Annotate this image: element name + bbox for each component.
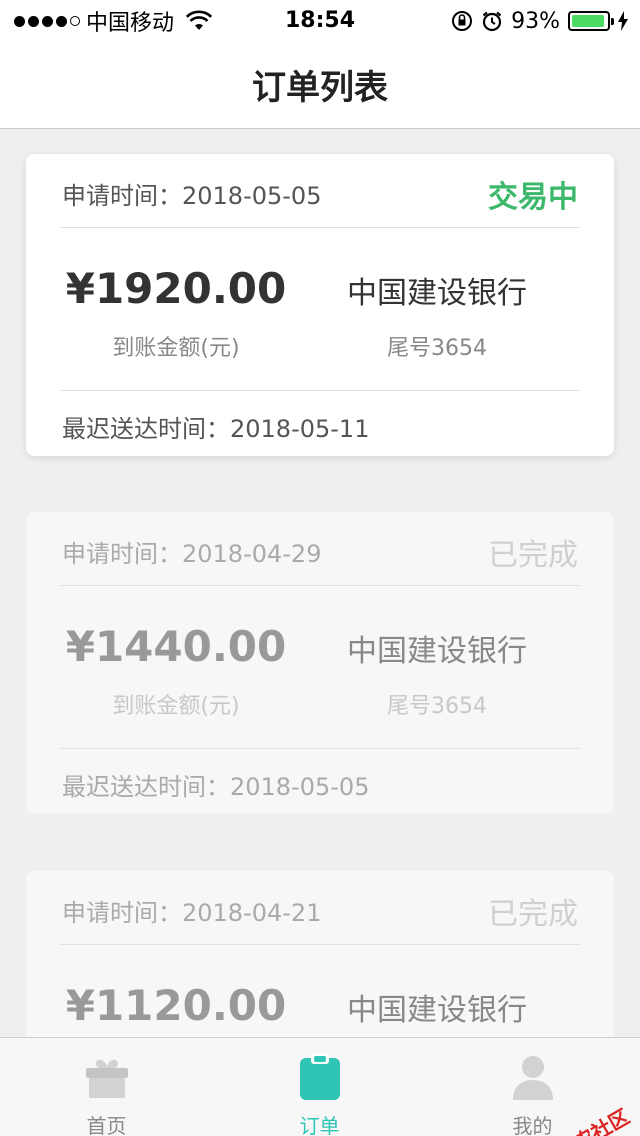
- order-list[interactable]: 申请时间：2018-05-05 交易中 ¥1920.00 到账金额(元) 中国建…: [0, 129, 640, 1037]
- apply-time: 申请时间：2018-04-29: [62, 540, 322, 568]
- bank-name: 中国建设银行: [347, 993, 527, 1028]
- tab-label: 订单: [299, 1114, 340, 1136]
- order-card-header: 申请时间：2018-05-05 交易中: [60, 154, 580, 228]
- card-tail-number: 尾号3654: [387, 336, 487, 361]
- charging-icon: [618, 11, 628, 31]
- gift-box-icon: [85, 1059, 128, 1098]
- tab-label: 首页: [86, 1114, 127, 1136]
- battery-icon: [568, 11, 614, 31]
- orientation-lock-icon: [452, 11, 473, 31]
- order-card-body: ¥1920.00 到账金额(元) 中国建设银行 尾号3654: [60, 228, 580, 391]
- clipboard-icon: [299, 1054, 340, 1100]
- battery-tip: [611, 18, 614, 25]
- order-status: 已完成: [488, 897, 578, 932]
- tab-orders[interactable]: 订单: [213, 1038, 426, 1136]
- order-card-body: ¥1120.00 中国建设银行: [60, 945, 580, 1037]
- person-icon: [512, 1056, 553, 1100]
- latest-arrival-time: 最迟送达时间：2018-05-11: [62, 415, 370, 443]
- page-title: 订单列表: [252, 67, 388, 108]
- tab-home[interactable]: 首页: [0, 1038, 213, 1136]
- order-card[interactable]: 申请时间：2018-04-21 已完成 ¥1120.00 中国建设银行: [26, 871, 614, 1037]
- screen: 中国移动 18:54 93% 订单列表 申请时间：2018-05-05 交易中 …: [0, 0, 640, 1136]
- order-amount: ¥1440.00: [65, 622, 287, 671]
- order-amount: ¥1920.00: [65, 264, 287, 313]
- order-card-body: ¥1440.00 到账金额(元) 中国建设银行 尾号3654: [60, 586, 580, 749]
- order-card-header: 申请时间：2018-04-21 已完成: [60, 871, 580, 945]
- bank-name: 中国建设银行: [347, 634, 527, 669]
- order-card-footer: 最迟送达时间：2018-05-05: [60, 749, 580, 815]
- bank-name: 中国建设银行: [347, 276, 527, 311]
- order-card-footer: 最迟送达时间：2018-05-11: [60, 391, 580, 457]
- battery-level-fill: [572, 15, 604, 27]
- card-tail-number: 尾号3654: [387, 694, 487, 719]
- order-amount: ¥1120.00: [65, 981, 287, 1030]
- status-right: 93%: [451, 6, 628, 36]
- latest-arrival-time: 最迟送达时间：2018-05-05: [62, 773, 370, 801]
- status-bar: 中国移动 18:54 93%: [0, 0, 640, 40]
- order-status: 已完成: [488, 538, 578, 573]
- navigation-bar: 订单列表: [0, 40, 640, 129]
- apply-time: 申请时间：2018-05-05: [62, 182, 322, 210]
- alarm-icon: [482, 11, 502, 32]
- order-amount-label: 到账金额(元): [112, 694, 240, 719]
- order-card[interactable]: 申请时间：2018-05-05 交易中 ¥1920.00 到账金额(元) 中国建…: [26, 154, 614, 456]
- battery-percent: 93%: [511, 8, 560, 34]
- order-amount-label: 到账金额(元): [112, 336, 240, 361]
- order-card-header: 申请时间：2018-04-29 已完成: [60, 512, 580, 586]
- order-card[interactable]: 申请时间：2018-04-29 已完成 ¥1440.00 到账金额(元) 中国建…: [26, 512, 614, 814]
- order-status: 交易中: [488, 180, 578, 215]
- apply-time: 申请时间：2018-04-21: [62, 899, 322, 927]
- tab-bar: 首页 订单 我的: [0, 1037, 640, 1136]
